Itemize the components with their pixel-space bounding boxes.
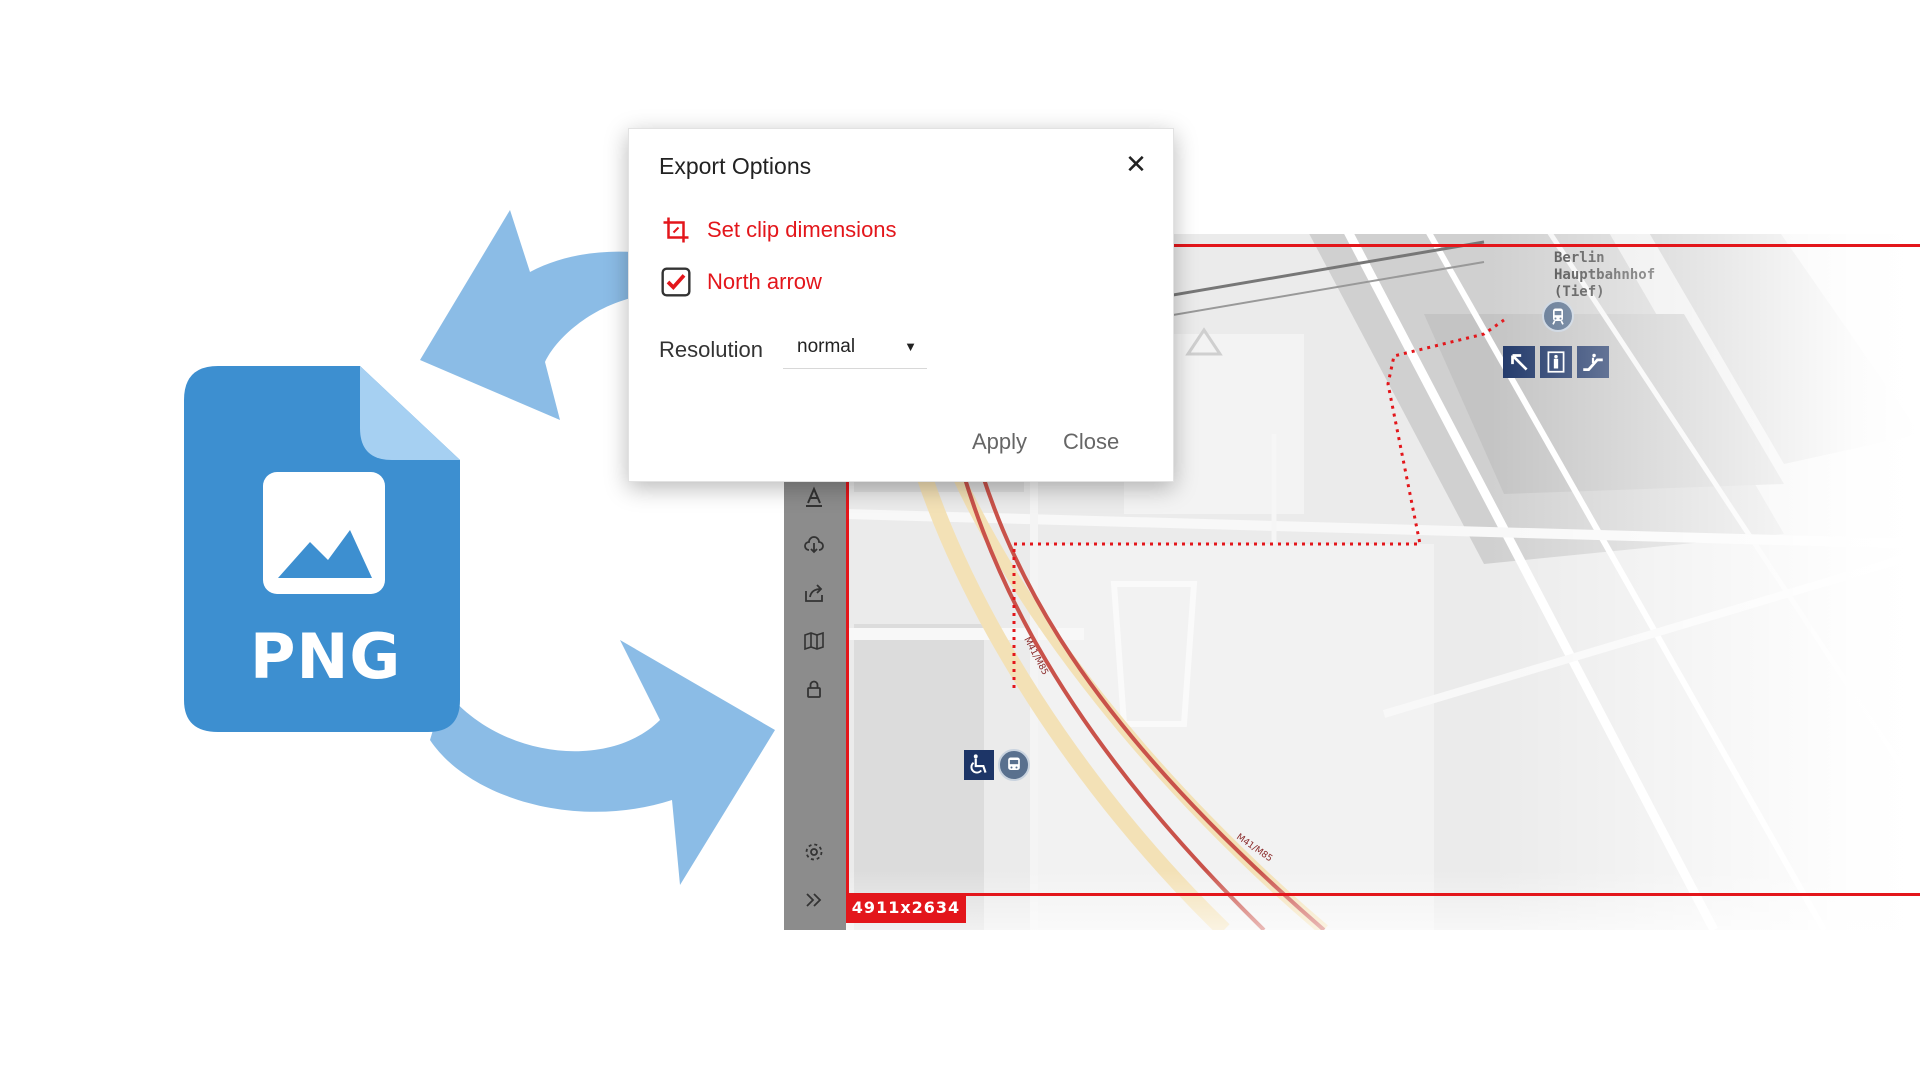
station-label: Berlin Hauptbahnhof (Tief) <box>1554 250 1656 300</box>
text-icon[interactable] <box>799 482 829 512</box>
export-options-dialog: Export Options ✕ Set clip dimensions Nor… <box>628 128 1174 482</box>
arrow-bottom-icon <box>430 640 775 885</box>
close-icon[interactable]: ✕ <box>1121 149 1151 179</box>
set-clip-dimensions-option[interactable]: Set clip dimensions <box>659 213 897 247</box>
elevator-icon[interactable] <box>1540 346 1572 378</box>
close-button[interactable]: Close <box>1063 429 1119 455</box>
lock-icon[interactable] <box>799 674 829 704</box>
exit-icon[interactable] <box>1503 346 1535 378</box>
resolution-value: normal <box>797 335 856 357</box>
chevron-down-icon: ▼ <box>904 339 917 354</box>
apply-button[interactable]: Apply <box>972 429 1027 455</box>
escalator-icon[interactable] <box>1577 346 1609 378</box>
tram-icon[interactable] <box>1542 300 1574 332</box>
checkbox-checked-icon[interactable] <box>659 265 693 299</box>
set-clip-dimensions-label: Set clip dimensions <box>707 217 897 242</box>
clip-dimensions-badge: 4911x2634 <box>846 893 966 923</box>
cloud-download-icon[interactable] <box>799 530 829 560</box>
resolution-label: Resolution <box>659 337 763 362</box>
wheelchair-icon[interactable] <box>964 750 994 780</box>
gear-icon[interactable] <box>799 837 829 867</box>
dialog-title: Export Options <box>659 153 812 179</box>
map-icon[interactable] <box>799 626 829 656</box>
crop-icon <box>659 213 693 247</box>
share-icon[interactable] <box>799 578 829 608</box>
bus-icon[interactable] <box>998 749 1030 781</box>
expand-icon[interactable] <box>799 885 829 915</box>
resolution-select[interactable]: normal ▼ <box>783 325 927 369</box>
north-arrow-option[interactable]: North arrow <box>659 265 822 299</box>
png-label: PNG <box>250 620 402 693</box>
north-arrow-label: North arrow <box>707 269 822 294</box>
